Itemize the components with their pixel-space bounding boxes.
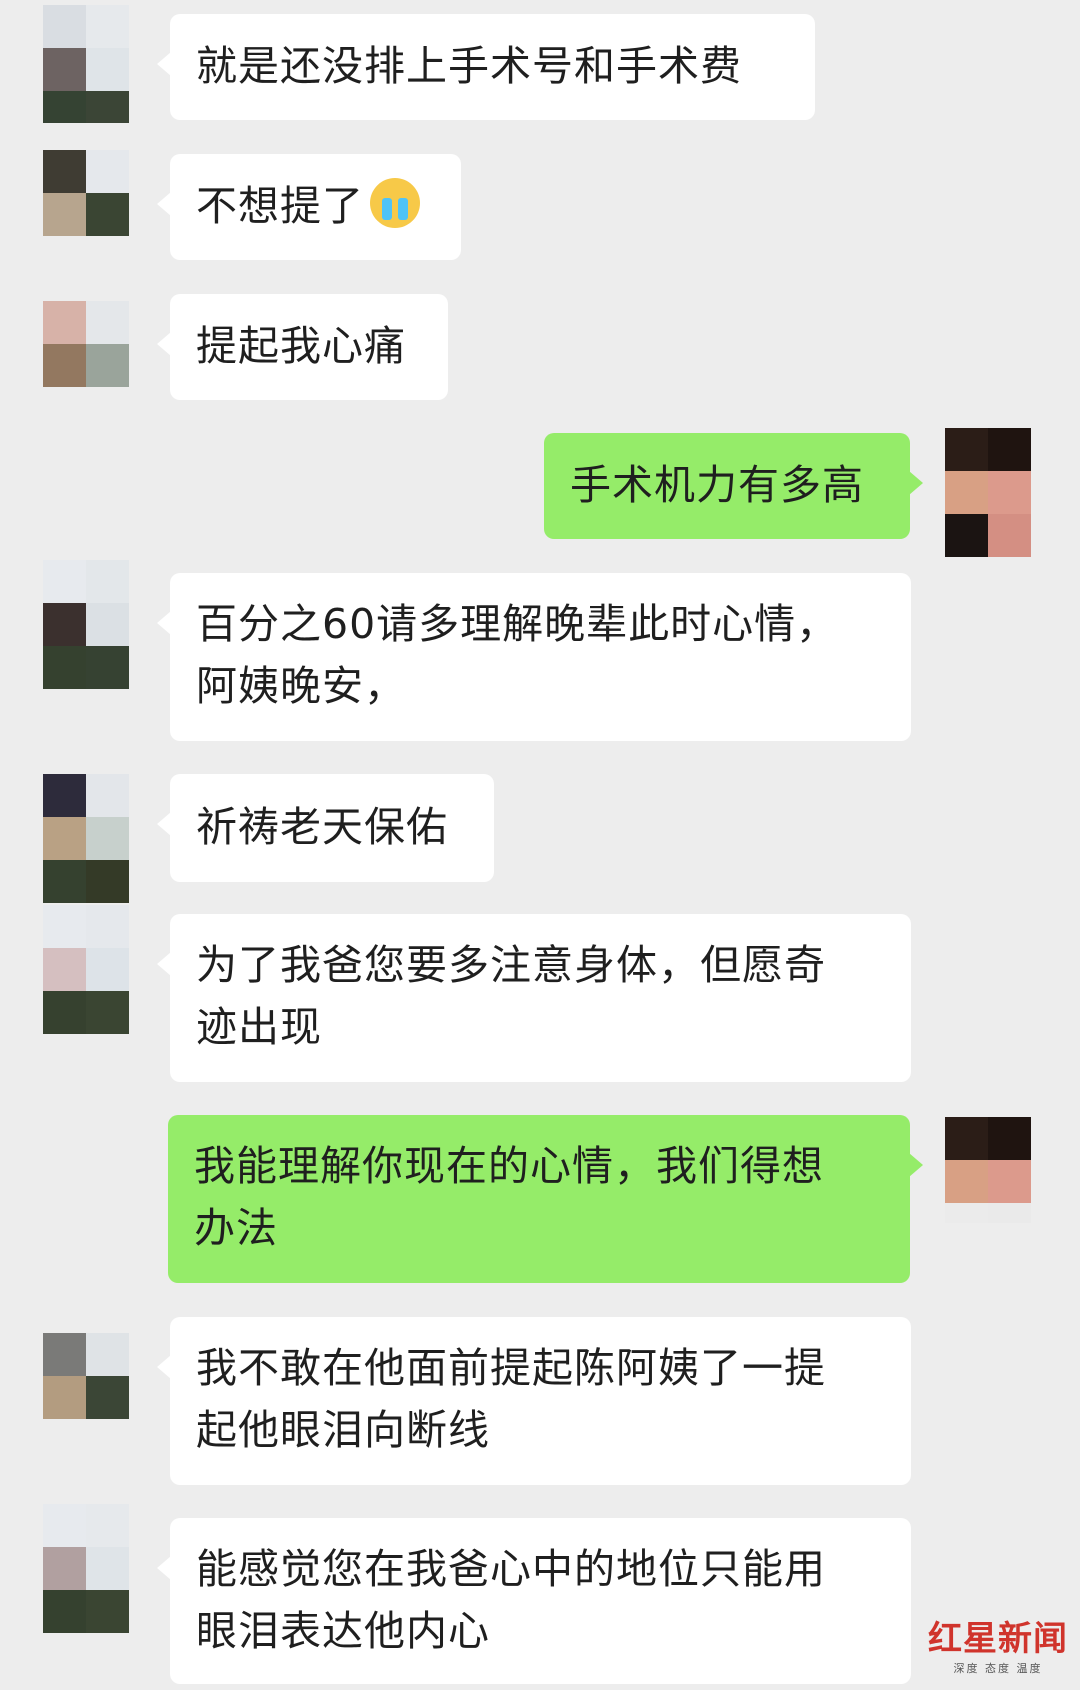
message-text: 办法 — [194, 1204, 278, 1252]
message-bubble[interactable]: 百分之60请多理解晚辈此时心情， 阿姨晚安， — [157, 573, 911, 741]
message-text: 为了我爸您要多注意身体，但愿奇 — [196, 941, 826, 989]
message-text: 我能理解你现在的心情，我们得想 — [194, 1142, 824, 1190]
message-text: 眼泪表达他内心 — [196, 1607, 490, 1655]
watermark-subtitle: 深度 态度 温度 — [953, 1662, 1043, 1675]
contact-avatar[interactable] — [43, 1333, 129, 1419]
crying-emoji-icon — [370, 178, 420, 228]
message-text: 我不敢在他面前提起陈阿姨了一提 — [196, 1344, 826, 1392]
watermark-title: 红星新闻 — [928, 1619, 1068, 1659]
contact-avatar[interactable] — [43, 905, 129, 1034]
message-text: 提起我心痛 — [196, 322, 406, 370]
message-text: 能感觉您在我爸心中的地位只能用 — [196, 1545, 826, 1593]
message-bubble[interactable]: 提起我心痛 — [157, 294, 448, 400]
message-text: 起他眼泪向断线 — [196, 1406, 490, 1454]
message-bubble[interactable]: 能感觉您在我爸心中的地位只能用 眼泪表达他内心 — [157, 1518, 911, 1684]
message-bubble[interactable]: 我不敢在他面前提起陈阿姨了一提 起他眼泪向断线 — [157, 1317, 911, 1485]
contact-avatar[interactable] — [43, 774, 129, 903]
message-text: 手术机力有多高 — [570, 461, 864, 509]
contact-avatar[interactable] — [43, 560, 129, 689]
contact-avatar[interactable] — [43, 5, 129, 123]
message-bubble[interactable]: 为了我爸您要多注意身体，但愿奇 迹出现 — [157, 914, 911, 1082]
contact-avatar[interactable] — [43, 301, 129, 387]
message-text: 不想提了 — [196, 175, 435, 237]
message-text: 迹出现 — [196, 1003, 322, 1051]
message-bubble[interactable]: 就是还没排上手术号和手术费 — [157, 14, 815, 120]
my-avatar[interactable] — [945, 1117, 1031, 1223]
my-avatar[interactable] — [945, 428, 1031, 557]
message-text: 祈祷老天保佑 — [196, 803, 448, 851]
message-bubble[interactable]: 手术机力有多高 — [544, 433, 923, 539]
contact-avatar[interactable] — [43, 1504, 129, 1633]
message-bubble[interactable]: 我能理解你现在的心情，我们得想 办法 — [168, 1115, 923, 1283]
contact-avatar[interactable] — [43, 150, 129, 236]
message-text: 就是还没排上手术号和手术费 — [196, 42, 742, 90]
news-watermark-logo: 红星新闻 深度 态度 温度 — [928, 1611, 1068, 1676]
message-text: 百分之60请多理解晚辈此时心情， — [196, 600, 839, 648]
message-bubble[interactable]: 祈祷老天保佑 — [157, 774, 494, 882]
message-bubble[interactable]: 不想提了 — [157, 154, 461, 260]
message-text: 阿姨晚安， — [196, 662, 406, 710]
chat-area: 就是还没排上手术号和手术费 不想提了 提起我心痛 手术机力有多高 百分之60请多… — [0, 0, 1080, 1690]
